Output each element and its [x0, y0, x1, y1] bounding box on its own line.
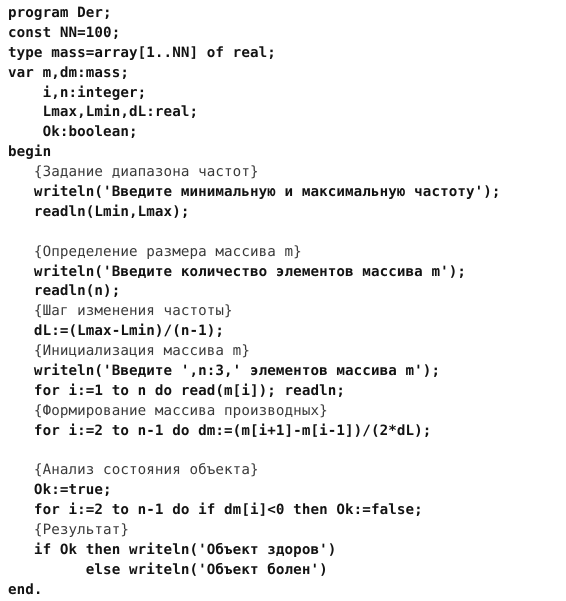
code-line: dL:=(Lmax-Lmin)/(n-1); [8, 323, 225, 340]
code-comment-line: {Анализ состояния объекта} [8, 462, 259, 479]
code-line: if Ok then writeln('Объект здоров') [8, 542, 337, 559]
code-comment-line: {Результат} [8, 522, 129, 539]
code-line: else writeln('Объект болен') [8, 561, 328, 578]
code-line: i,n:integer; [8, 84, 147, 101]
code-line: readln(Lmin,Lmax); [8, 203, 190, 220]
code-comment-line: {Шаг изменения частоты} [8, 303, 233, 320]
code-listing: program Der; const NN=100; type mass=array… [0, 0, 566, 598]
code-line: writeln('Введите ',n:3,' элементов масси… [8, 363, 441, 380]
code-line: readln(n); [8, 283, 121, 300]
code-line: for i:=2 to n-1 do dm:=(m[i+1]-m[i-1])/(… [8, 422, 432, 439]
code-comment-line: {Задание диапазона частот} [8, 164, 259, 181]
code-line: Lmax,Lmin,dL:real; [8, 104, 199, 121]
code-line: writeln('Введите количество элементов ма… [8, 263, 467, 280]
code-line: end. [8, 581, 43, 598]
code-line: Ok:=true; [8, 482, 112, 499]
code-line: var m,dm:mass; [8, 64, 129, 81]
code-line: program Der; [8, 5, 112, 21]
code-line: type mass=array[1..NN] of real; [8, 44, 276, 61]
code-line: writeln('Введите минимальную и максималь… [8, 184, 501, 201]
code-comment-line: {Определение размера массива m} [8, 243, 302, 260]
code-comment-line: {Инициализация массива m} [8, 343, 250, 360]
code-line: for i:=1 to n do read(m[i]); readln; [8, 382, 346, 399]
code-line: const NN=100; [8, 24, 121, 41]
code-line: begin [8, 144, 52, 161]
code-comment-line: {Формирование массива производных} [8, 402, 328, 419]
code-line: for i:=2 to n-1 do if dm[i]<0 then Ok:=f… [8, 502, 423, 519]
code-line: Ok:boolean; [8, 124, 138, 141]
